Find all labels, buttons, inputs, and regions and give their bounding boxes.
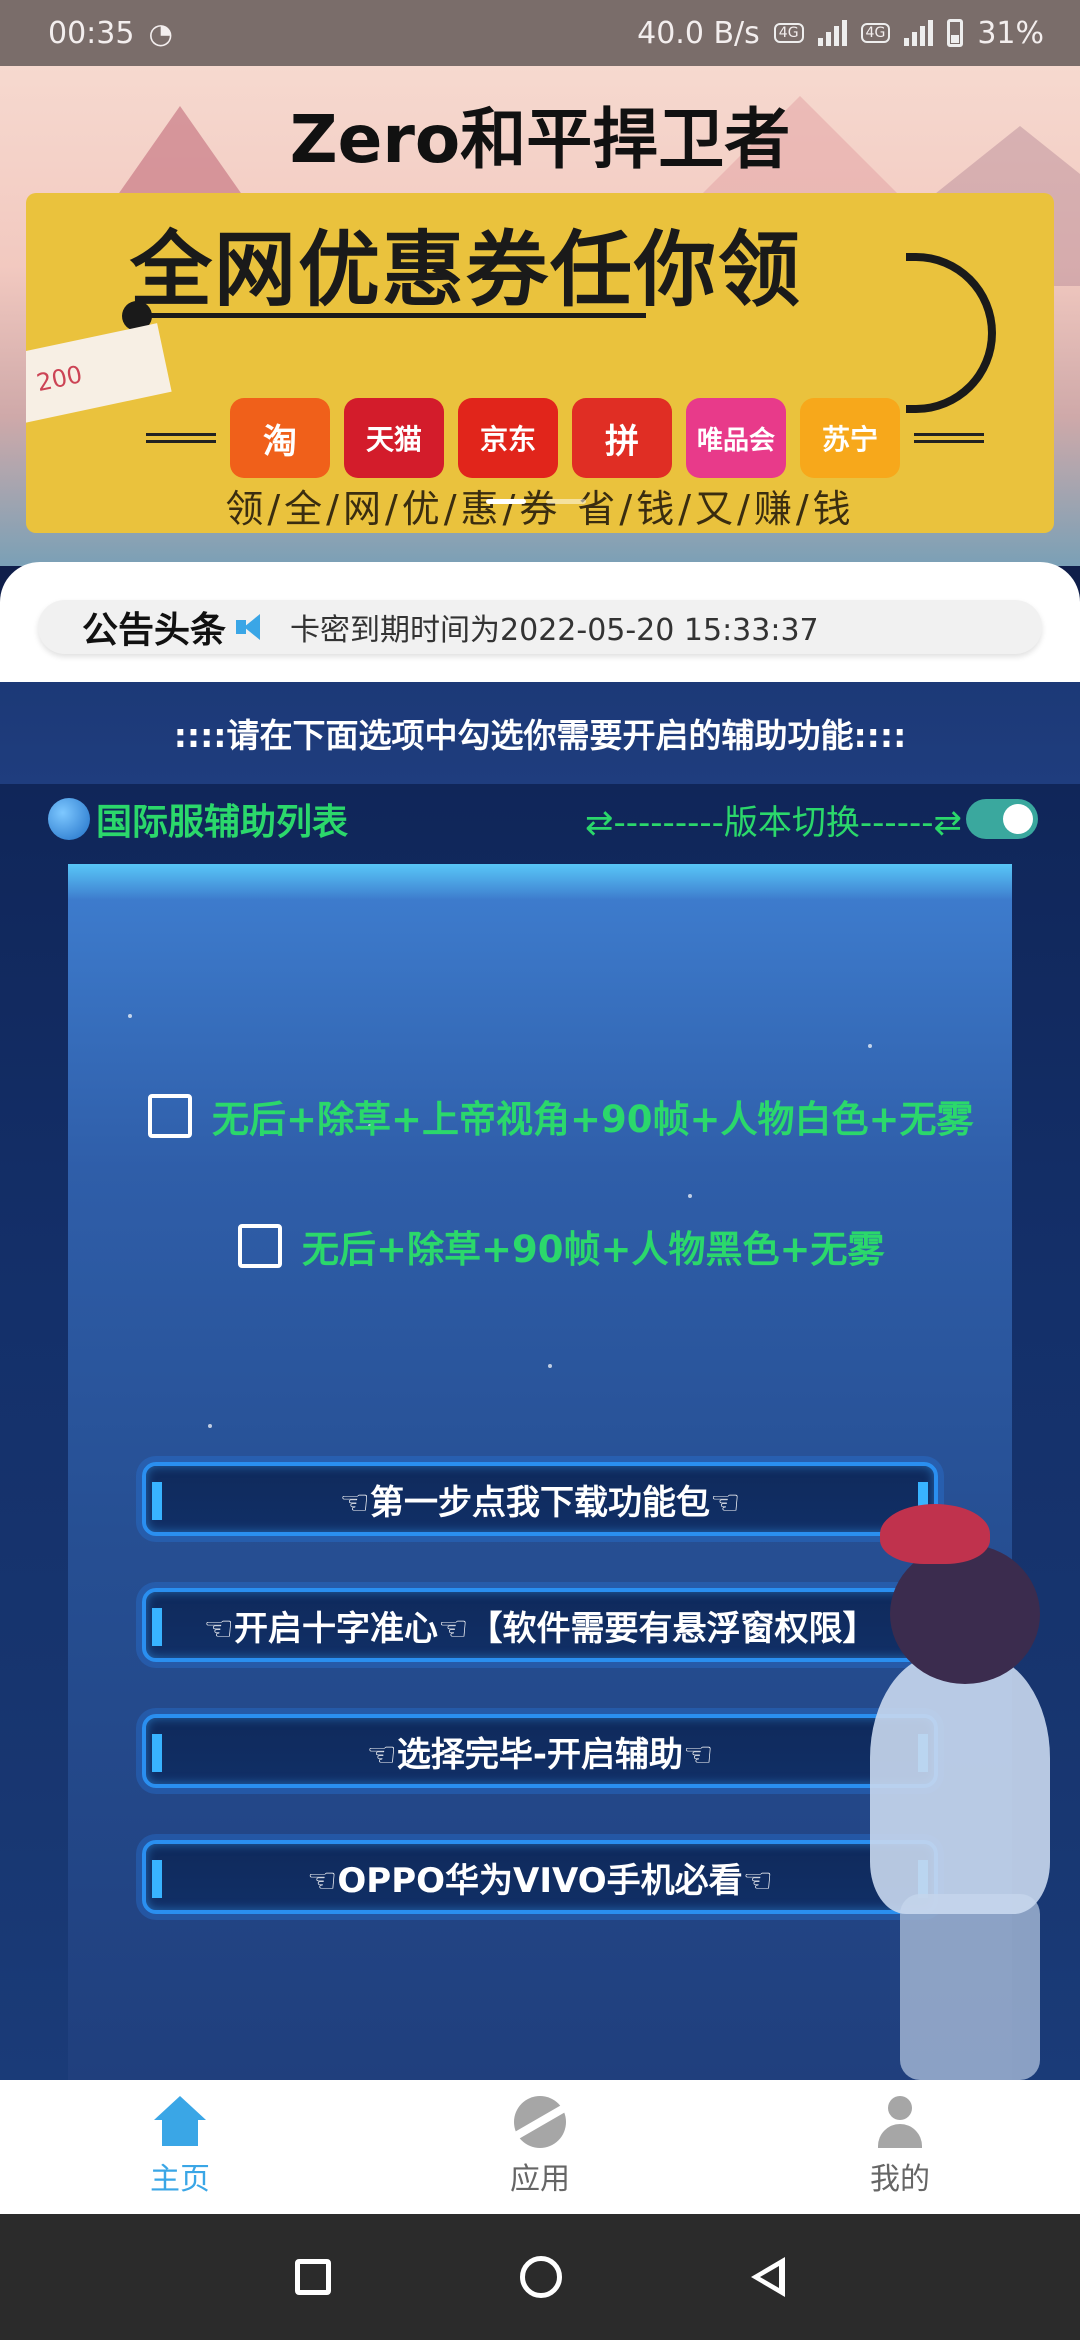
crosshair-button[interactable]: ☜开启十字准心☜【软件需要有悬浮窗权限】: [142, 1588, 938, 1662]
promo-banner[interactable]: 全网优惠券任你领 200 淘 天猫 京东 拼 唯品会 苏宁 领/全/网/优/惠/…: [26, 193, 1054, 533]
option-checkbox[interactable]: [238, 1224, 282, 1268]
option-checkbox[interactable]: [148, 1094, 192, 1138]
download-package-button[interactable]: ☜第一步点我下载功能包☜: [142, 1462, 938, 1536]
speaker-icon: [236, 612, 270, 642]
status-time: 00:35: [48, 15, 135, 51]
store-logos: 淘 天猫 京东 拼 唯品会 苏宁: [146, 393, 1016, 483]
option-row-2[interactable]: 无后+除草+90帧+人物黑色+无雾: [238, 1219, 885, 1273]
net-speed: 40.0 B/s: [637, 15, 760, 51]
home-icon: [154, 2096, 206, 2148]
planet-icon: [514, 2096, 566, 2148]
card-glow: [68, 864, 1012, 900]
version-switch-label: ⇄---------版本切换------⇄: [584, 802, 962, 843]
anime-character-illustration: [860, 1504, 1080, 2080]
illustration-part: [880, 1504, 990, 1564]
signal-icon: [817, 20, 847, 46]
bottom-tab-bar: 主页 应用 我的: [0, 2080, 1080, 2214]
tab-label: 应用: [510, 2162, 570, 2197]
suning-logo-icon: 苏宁: [800, 398, 900, 478]
decor-star: [128, 1014, 132, 1018]
battery-icon: [947, 19, 964, 47]
banner-decor-line: [136, 313, 646, 318]
banner-headline: 全网优惠券任你领: [129, 223, 802, 318]
decor-star: [868, 1044, 872, 1048]
notice-text: 卡密到期时间为2022-05-20 15:33:37: [290, 613, 819, 648]
jd-logo-icon: 京东: [458, 398, 558, 478]
system-nav-bar: [0, 2214, 1080, 2340]
globe-icon: [48, 798, 90, 840]
app-title: Zero和平捍卫者: [289, 101, 791, 178]
tab-label: 我的: [870, 2162, 930, 2197]
illustration-part: [870, 1654, 1050, 1914]
option-label: 无后+除草+90帧+人物黑色+无雾: [302, 1228, 885, 1271]
recents-square-icon[interactable]: [294, 2259, 331, 2295]
start-assist-button[interactable]: ☜选择完毕-开启辅助☜: [142, 1714, 938, 1788]
phone-guide-button[interactable]: ☜OPPO华为VIVO手机必看☜: [142, 1840, 938, 1914]
tab-apps[interactable]: 应用: [360, 2080, 720, 2214]
taobao-logo-icon: 淘: [230, 398, 330, 478]
option-row-1[interactable]: 无后+除草+上帝视角+90帧+人物白色+无雾: [148, 1089, 974, 1143]
notice-panel: 公告头条 卡密到期时间为2022-05-20 15:33:37: [0, 562, 1080, 682]
decor-rule: [914, 433, 984, 443]
version-toggle[interactable]: [966, 799, 1038, 839]
tab-label: 主页: [150, 2162, 210, 2197]
carousel-dot: [546, 499, 586, 504]
network-badge-2-icon: 4G: [860, 23, 891, 43]
decor-star: [208, 1424, 212, 1428]
home-circle-icon[interactable]: [519, 2256, 562, 2298]
instruction-text: ::::请在下面选项中勾选你需要开启的辅助功能::::: [0, 682, 1080, 784]
tmall-logo-icon: 天猫: [344, 398, 444, 478]
network-badge-icon: 4G: [773, 23, 804, 43]
decor-rule: [146, 433, 216, 443]
main-content: 国际服辅助列表 ⇄---------版本切换------⇄ 无后+除草+上帝视角…: [0, 784, 1080, 2080]
user-icon: [874, 2096, 926, 2148]
banner-slogan: 领/全/网/优/惠/券 省/钱/又/赚/钱: [225, 487, 855, 531]
pinduoduo-logo-icon: 拼: [572, 398, 672, 478]
notification-icon: ◔: [148, 16, 173, 50]
decor-star: [548, 1364, 552, 1368]
status-bar: 00:35 ◔ 40.0 B/s 4G 4G 31%: [0, 0, 1080, 66]
list-header: 国际服辅助列表 ⇄---------版本切换------⇄: [48, 794, 1038, 844]
signal-2-icon: [904, 20, 934, 46]
battery-level: 31%: [977, 15, 1044, 51]
illustration-part: [900, 1894, 1040, 2080]
option-label: 无后+除草+上帝视角+90帧+人物白色+无雾: [212, 1098, 974, 1141]
carousel-indicator: [486, 499, 586, 504]
pointing-hand-icon: [906, 253, 996, 413]
back-triangle-icon[interactable]: [751, 2257, 786, 2297]
coupon-value: 200: [34, 360, 85, 398]
notice-bar[interactable]: 公告头条 卡密到期时间为2022-05-20 15:33:37: [38, 600, 1042, 654]
notice-label: 公告头条: [82, 610, 227, 651]
carousel-dot: [486, 499, 526, 504]
tab-profile[interactable]: 我的: [720, 2080, 1080, 2214]
vip-logo-icon: 唯品会: [686, 398, 786, 478]
illustration-part: [890, 1544, 1040, 1684]
decor-star: [688, 1194, 692, 1198]
tab-home[interactable]: 主页: [0, 2080, 360, 2214]
list-title: 国际服辅助列表: [96, 802, 349, 843]
status-right-group: 40.0 B/s 4G 4G 31%: [637, 16, 1044, 51]
